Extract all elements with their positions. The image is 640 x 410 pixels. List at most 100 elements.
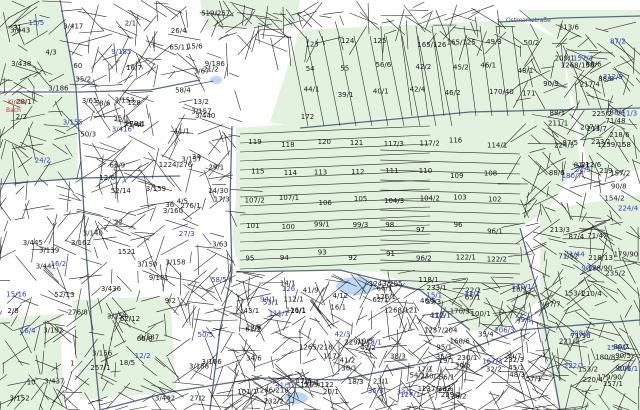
parcel-number[interactable]: 16/2 — [51, 260, 67, 268]
parcel-number[interactable]: 15/16 — [6, 291, 27, 299]
parcel-number[interactable]: 29/1 — [209, 164, 225, 172]
parcel-number[interactable]: 65/11 — [169, 44, 189, 52]
parcel-number[interactable]: 66/9 — [110, 162, 126, 170]
parcel-number[interactable]: 3/140 — [83, 229, 103, 237]
parcel-number[interactable]: 50/5 — [198, 331, 214, 339]
parcel-number[interactable]: 54/1 — [410, 372, 426, 380]
parcel-number[interactable]: 118/1 — [419, 276, 439, 284]
parcel-number[interactable]: 22 — [114, 219, 123, 227]
parcel-number[interactable]: 50/3 — [80, 130, 96, 138]
parcel-number[interactable]: 9/181 — [149, 274, 169, 282]
parcel-number[interactable]: 96/2 — [416, 255, 432, 263]
parcel-number[interactable]: 90/5 — [615, 352, 631, 360]
parcel-number[interactable]: 59/3 — [425, 298, 441, 306]
parcel-number[interactable]: 124 — [341, 37, 355, 45]
parcel-number[interactable]: 16/4 — [20, 327, 36, 335]
parcel-number[interactable]: 122/1 — [456, 254, 476, 262]
parcel-number[interactable]: 23/1 — [373, 378, 389, 386]
parcel-number[interactable]: 218/6 — [609, 131, 630, 139]
parcel-number[interactable]: 107/1 — [279, 194, 299, 202]
parcel-number[interactable]: 217/4 — [580, 81, 601, 89]
parcel-number[interactable]: 2/8 — [7, 307, 18, 315]
parcel-number[interactable]: 3/442 — [155, 395, 175, 403]
parcel-number[interactable]: 60 — [73, 62, 82, 70]
parcel-number[interactable]: 116 — [449, 136, 463, 144]
parcel-number[interactable]: 1268/121 — [384, 307, 418, 315]
parcel-number[interactable]: 50/2 — [524, 39, 540, 47]
parcel-number[interactable]: 38/3 — [390, 352, 406, 360]
parcel-number[interactable]: 114/1 — [487, 142, 507, 150]
parcel-number[interactable]: 100/1 — [471, 310, 491, 318]
parcel-number[interactable]: 106 — [319, 199, 333, 207]
parcel-number[interactable]: 41/9 — [303, 287, 319, 295]
parcel-number[interactable]: 87/2 — [610, 38, 626, 46]
parcel-number[interactable]: 222/1 — [564, 362, 584, 370]
parcel-number[interactable]: 46/1 — [480, 61, 496, 69]
parcel-number[interactable]: 117 — [323, 353, 336, 361]
parcel-number[interactable]: 90/6 — [581, 265, 597, 273]
parcel-number[interactable]: 154/2 — [604, 195, 624, 203]
parcel-number[interactable]: 66/8 — [137, 335, 153, 343]
parcel-number[interactable]: 13/2 — [193, 98, 209, 106]
parcel-number[interactable]: 46/2 — [445, 89, 461, 97]
parcel-number[interactable]: 15/5 — [29, 19, 45, 27]
parcel-number[interactable]: 9/2 — [165, 297, 176, 305]
parcel-number[interactable]: 3/438 — [11, 60, 31, 68]
parcel-number[interactable]: 224/4 — [618, 204, 639, 212]
parcel-number[interactable]: 61/2 — [245, 325, 261, 333]
parcel-number[interactable]: 225/2 — [592, 110, 612, 118]
parcel-number[interactable]: 100 — [282, 223, 295, 231]
parcel-number[interactable]: 207/1 — [580, 124, 600, 132]
parcel-number[interactable]: 101/1 — [237, 388, 257, 396]
parcel-number[interactable]: 3/436 — [101, 285, 122, 293]
parcel-number[interactable]: 128 — [128, 99, 141, 107]
parcel-number[interactable]: 3/186 — [48, 85, 69, 93]
parcel-number[interactable]: 71/46 — [124, 121, 145, 129]
parcel-number[interactable]: 172 — [301, 113, 314, 121]
parcel-number[interactable]: 1 — [70, 360, 74, 368]
parcel-number[interactable]: 71/52 — [558, 252, 578, 260]
parcel-number[interactable]: 99/1 — [314, 220, 330, 228]
parcel-number[interactable]: 235/2 — [605, 270, 625, 278]
parcel-number[interactable]: 220/4 — [583, 376, 604, 384]
parcel-number[interactable]: 62/12 — [120, 315, 140, 323]
parcel-number[interactable]: 88/1 — [550, 109, 566, 117]
parcel-number[interactable]: 34 — [192, 153, 201, 161]
parcel-number[interactable]: 221/1 — [559, 337, 579, 345]
parcel-number[interactable]: 49/1 — [516, 316, 532, 324]
parcel-number[interactable]: 34/6 — [246, 355, 262, 363]
parcel-number[interactable]: 48/1 — [518, 67, 534, 75]
parcel-number[interactable]: 41/2 — [340, 357, 356, 365]
parcel-number[interactable]: 90/9 — [543, 80, 559, 88]
parcel-number[interactable]: 1268/158 — [561, 62, 595, 70]
parcel-number[interactable]: 71/47 — [587, 232, 607, 240]
parcel-number[interactable]: 24/2 — [35, 157, 51, 165]
parcel-number[interactable]: 53/1 — [263, 298, 279, 306]
parcel-number[interactable]: 212/5 — [603, 73, 623, 81]
parcel-number[interactable]: 44/1 — [304, 86, 320, 94]
parcel-number[interactable]: 27/3 — [179, 230, 195, 238]
parcel-number[interactable]: 20/1 — [323, 388, 339, 396]
parcel-number[interactable]: 42/2 — [416, 63, 432, 71]
parcel-number[interactable]: 179/90 — [614, 251, 639, 259]
parcel-number[interactable]: 18/1 — [512, 285, 528, 293]
parcel-number[interactable]: 206/1 — [618, 365, 638, 373]
parcel-number[interactable]: 55 — [340, 65, 349, 73]
parcel-number[interactable]: 39/1 — [338, 91, 354, 99]
parcel-number[interactable]: 98 — [385, 221, 394, 229]
parcel-number[interactable]: 3/162 — [71, 239, 91, 247]
parcel-number[interactable]: 36 — [165, 201, 174, 209]
parcel-number[interactable]: 12/6 — [99, 174, 115, 182]
parcel-number[interactable]: 3/192 — [43, 327, 63, 335]
parcel-number[interactable]: 18/5 — [119, 359, 135, 367]
parcel-number[interactable]: 35/3 — [436, 353, 452, 361]
parcel-number[interactable]: 88/6 — [549, 169, 565, 177]
parcel-number[interactable]: 52/13 — [54, 291, 74, 299]
parcel-number[interactable]: 153/1 — [564, 289, 584, 297]
parcel-number[interactable]: 41/3 — [275, 381, 291, 389]
parcel-number[interactable]: 17/3 — [214, 196, 230, 204]
parcel-number[interactable]: 30/6 — [455, 361, 471, 369]
parcel-number[interactable]: 17/6 — [296, 377, 312, 385]
parcel-number[interactable]: 14/30 — [208, 187, 228, 195]
parcel-number[interactable]: 168/6 — [450, 338, 471, 346]
